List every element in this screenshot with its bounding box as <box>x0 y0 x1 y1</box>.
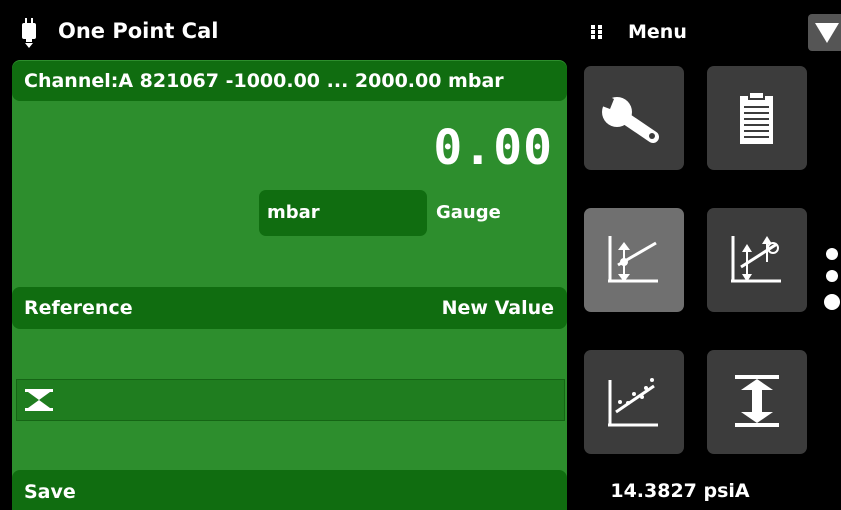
calibration-panel: Channel:A 821067 -1000.00 ... 2000.00 mb… <box>12 60 567 510</box>
dropdown-button[interactable] <box>808 14 841 51</box>
save-label: Save <box>24 481 76 503</box>
page-indicator-dot-1[interactable] <box>826 248 838 260</box>
page-indicator-dot-2[interactable] <box>826 270 838 282</box>
linearization-icon <box>608 378 658 427</box>
text-cursor-icon <box>25 389 53 411</box>
one-point-cal-icon <box>608 236 658 283</box>
mode-label: Gauge <box>436 202 501 223</box>
linearization-tile[interactable] <box>584 350 684 454</box>
unit-label: mbar <box>267 202 320 223</box>
log-tile[interactable] <box>707 66 807 170</box>
channel-bar[interactable]: Channel:A 821067 -1000.00 ... 2000.00 mb… <box>12 61 567 101</box>
wrench-icon <box>594 92 659 143</box>
reference-entry-field[interactable] <box>16 379 565 421</box>
reference-label: Reference <box>24 297 133 319</box>
pressure-reading: 0.00 <box>433 120 553 176</box>
unit-button[interactable]: mbar <box>259 190 427 236</box>
zero-icon <box>735 375 779 427</box>
two-point-cal-tile[interactable] <box>707 208 807 312</box>
zero-tile[interactable] <box>707 350 807 454</box>
menu-label[interactable]: Menu <box>628 21 687 43</box>
new-value-label: New Value <box>441 297 554 319</box>
page-title: One Point Cal <box>58 19 219 43</box>
triangle-down-icon <box>815 23 839 43</box>
page-indicator-dot-3[interactable] <box>824 294 840 310</box>
two-point-cal-icon <box>731 236 781 283</box>
channel-info: Channel:A 821067 -1000.00 ... 2000.00 mb… <box>24 70 504 92</box>
barometric-pressure: 14.3827 psiA <box>610 480 750 502</box>
clipboard-icon <box>740 91 773 144</box>
settings-tile[interactable] <box>584 66 684 170</box>
title-bar: One Point Cal Menu <box>0 0 841 60</box>
one-point-cal-tile[interactable] <box>584 208 684 312</box>
reference-header: Reference New Value <box>12 287 567 329</box>
sensor-icon <box>22 18 36 48</box>
save-button[interactable]: Save <box>12 470 567 510</box>
grip-icon[interactable] <box>591 25 603 39</box>
